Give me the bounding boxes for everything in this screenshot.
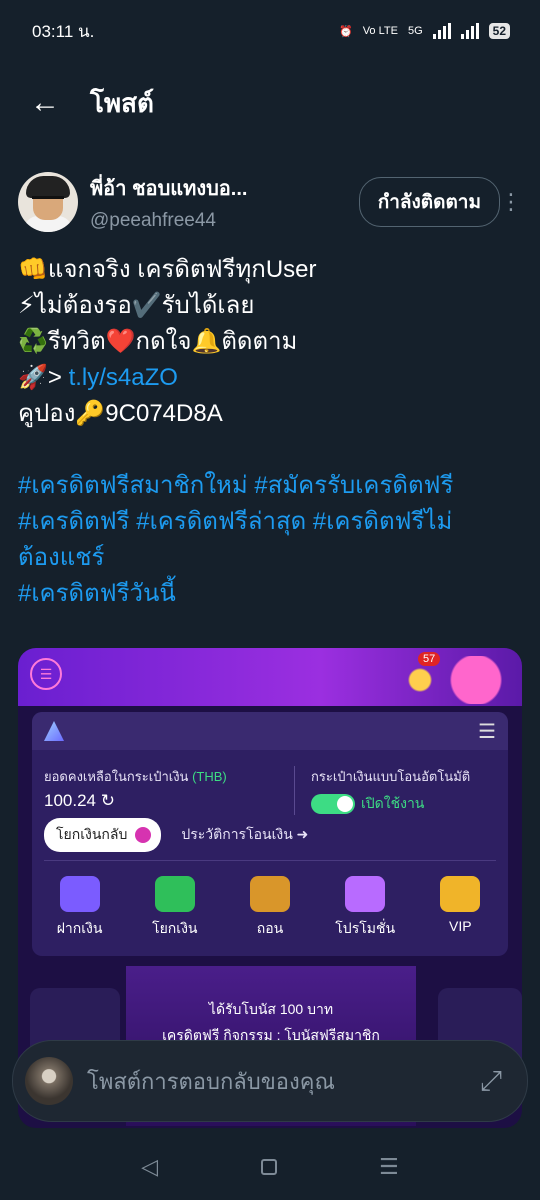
media-wallet-card: ☰ ยอดคงเหลือในกระเป๋าเงิน (THB) 100.24 ↻… [32,712,508,956]
post-line-4: 🚀> t.ly/s4aZO [18,360,522,396]
hashtag-line[interactable]: #เครดิตฟรีวันนี้ [18,576,522,612]
media-feature-icon [249,876,290,912]
media-currency: (THB) [192,769,227,784]
hashtags: #เครดิตฟรีสมาชิกใหม่ #สมัครรับเครดิตฟรี … [18,468,522,612]
system-nav-bar: ◁ ☰ [0,1134,540,1200]
battery-indicator: 52 [488,23,510,39]
post-link[interactable]: t.ly/s4aZO [69,364,178,391]
post-line-3: ♻️รีทวิต❤️กดใจ🔔ติดตาม [18,328,298,355]
page-title: โพสต์ [90,87,154,118]
hashtag-line[interactable]: #เครดิตฟรี #เครดิตฟรีล่าสุด #เครดิตฟรีไม… [18,504,522,540]
media-auto-wallet-label: กระเป๋าเงินแบบโอนอัตโนมัติ [311,769,471,784]
media-logo-icon [44,721,64,741]
status-time: 03:11 น. [32,21,95,41]
reply-bar[interactable]: โพสต์การตอบกลับของคุณ ⤢ [12,1040,528,1122]
media-top-banner: ☰ 57 [18,648,522,706]
post-line-1: 👊แจกจริง เครดิตฟรีทุกUser [18,256,317,283]
media-hamburger-icon: ☰ [478,720,496,743]
media-feature-icon [440,876,481,912]
signal-icon-2 [460,23,479,39]
reply-input[interactable]: โพสต์การตอบกลับของคุณ [87,1064,471,1099]
refresh-icon: ↻ [100,791,115,810]
nav-back-icon[interactable]: ◁ [141,1154,158,1180]
status-icons: ⏰ Vo LTE 5G 52 [339,23,510,39]
media-icon-item: VIP [420,876,500,940]
post-text: 👊แจกจริง เครดิตฟรีทุกUser ⚡ไม่ต้องรอ✔️รั… [18,252,522,612]
back-arrow-icon[interactable]: ← [30,86,90,120]
media-icon-label: ฝากเงิน [56,920,103,936]
post-line-2: ⚡ไม่ต้องรอ✔️รับได้เลย [18,292,255,319]
media-icon-label: VIP [449,918,472,934]
status-bar: 03:11 น. ⏰ Vo LTE 5G 52 [0,0,540,62]
media-notification-badge: 57 [418,652,441,666]
network-indicator: 5G [407,25,423,37]
hashtag-line[interactable]: ต้องแชร์ [18,540,522,576]
media-toggle-state: เปิดใช้งาน [361,795,425,811]
media-balance-label: ยอดคงเหลือในกระเป๋าเงิน [44,769,189,784]
media-feature-icon [345,876,386,912]
media-banner-line1: ได้รับโบนัส 100 บาท [208,1001,334,1017]
media-toggle [311,794,355,814]
media-icon-item: โปรโมชั่น [325,876,405,940]
my-avatar [25,1057,73,1105]
media-menu-icon: ☰ [30,658,62,690]
media-icon-item: ถอน [230,876,310,940]
media-icon-row: ฝากเงิน โยกเงิน ถอน โปรโมชั่น VIP [32,876,508,940]
media-icon-label: โปรโมชั่น [335,920,396,936]
media-decoration [378,656,518,704]
media-history-link: ประวัติการโอนเงิน [181,826,293,842]
rocket-prefix: 🚀> [18,364,69,391]
media-icon-label: ถอน [256,920,284,936]
signal-icon [432,23,451,39]
post-line-5: คูปอง🔑9C074D8A [18,400,223,427]
media-balance: 100.24 [44,791,96,810]
alarm-icon: ⏰ [338,25,353,38]
media-feature-icon [154,876,195,912]
media-withdraw-button: โยกเงินกลับ [44,818,162,852]
media-icon-label: โยกเงิน [152,920,198,936]
author-names: พี่อ้า ชอบแทงบอ... @peeahfree44 [90,172,359,232]
media-icon-item: โยกเงิน [135,876,215,940]
author-display-name[interactable]: พี่อ้า ชอบแทงบอ... [90,172,359,204]
expand-icon[interactable]: ⤢ [471,1065,511,1098]
nav-recents-icon[interactable]: ☰ [379,1154,399,1180]
volte-indicator: Vo LTE [362,25,398,37]
media-icon-item: ฝากเงิน [40,876,120,940]
top-bar: ← โพสต์ [0,72,540,134]
post-author-row: พี่อ้า ชอบแทงบอ... @peeahfree44 กำลังติด… [18,170,522,234]
author-handle[interactable]: @peeahfree44 [90,210,359,232]
following-button[interactable]: กำลังติดตาม [358,177,500,227]
nav-home-icon[interactable] [260,1159,277,1175]
hashtag-line[interactable]: #เครดิตฟรีสมาชิกใหม่ #สมัครรับเครดิตฟรี [18,468,522,504]
author-avatar[interactable] [18,172,78,232]
more-options-icon[interactable]: ⋮ [500,189,522,215]
media-feature-icon [59,876,100,912]
arrow-right-icon: ➜ [296,826,309,842]
